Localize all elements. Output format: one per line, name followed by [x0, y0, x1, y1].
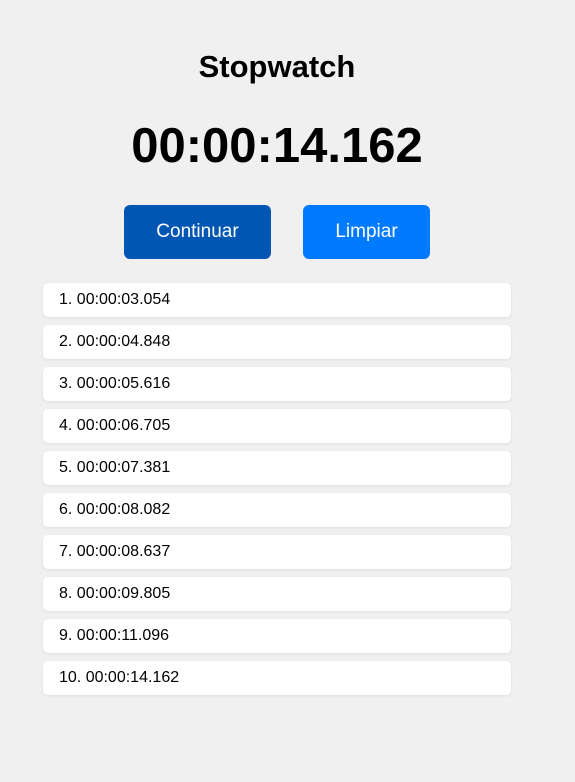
time-display: 00:00:14.162	[131, 119, 423, 173]
lap-item: 9. 00:00:11.096	[43, 619, 511, 653]
lap-item: 6. 00:00:08.082	[43, 493, 511, 527]
lap-item: 4. 00:00:06.705	[43, 409, 511, 443]
lap-item: 10. 00:00:14.162	[43, 661, 511, 695]
lap-item: 5. 00:00:07.381	[43, 451, 511, 485]
lap-item: 8. 00:00:09.805	[43, 577, 511, 611]
lap-item: 7. 00:00:08.637	[43, 535, 511, 569]
continue-button[interactable]: Continuar	[124, 205, 271, 259]
clear-button[interactable]: Limpiar	[303, 205, 430, 259]
page-title: Stopwatch	[198, 49, 356, 84]
lap-list: 1. 00:00:03.054 2. 00:00:04.848 3. 00:00…	[43, 283, 511, 703]
lap-item: 2. 00:00:04.848	[43, 325, 511, 359]
lap-item: 3. 00:00:05.616	[43, 367, 511, 401]
lap-item: 1. 00:00:03.054	[43, 283, 511, 317]
